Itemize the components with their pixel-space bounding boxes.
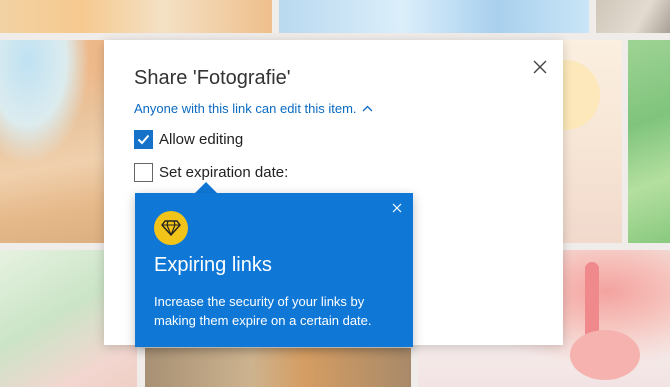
close-icon xyxy=(392,203,402,213)
expiration-date-option[interactable]: Set expiration date: xyxy=(134,163,288,182)
callout-beak xyxy=(195,182,217,193)
photo-thumbnail[interactable] xyxy=(596,0,670,33)
expiration-date-checkbox[interactable] xyxy=(134,163,153,182)
dialog-title: Share 'Fotografie' xyxy=(134,67,291,89)
photo-thumbnail[interactable] xyxy=(0,0,272,33)
permission-toggle-link[interactable]: Anyone with this link can edit this item… xyxy=(134,101,373,116)
photo-thumbnail[interactable] xyxy=(145,348,411,387)
close-icon xyxy=(533,60,547,74)
expiration-date-label: Set expiration date: xyxy=(159,164,289,181)
expiring-links-callout: Expiring links Increase the security of … xyxy=(135,193,413,347)
photo-thumbnail[interactable] xyxy=(279,0,589,33)
permission-link-text: Anyone with this link can edit this item… xyxy=(134,101,357,116)
photo-detail xyxy=(570,330,640,380)
allow-editing-option[interactable]: Allow editing xyxy=(134,130,243,149)
chevron-up-icon xyxy=(362,105,373,112)
photo-thumbnail[interactable] xyxy=(628,40,670,243)
diamond-icon xyxy=(161,220,181,236)
callout-title: Expiring links xyxy=(154,254,272,276)
premium-badge xyxy=(154,211,188,245)
callout-body: Increase the security of your links by m… xyxy=(154,294,372,328)
close-button[interactable] xyxy=(530,57,550,77)
checkmark-icon xyxy=(137,134,150,145)
allow-editing-checkbox[interactable] xyxy=(134,130,153,149)
allow-editing-label: Allow editing xyxy=(159,131,244,148)
app-window: Share 'Fotografie' Anyone with this link… xyxy=(0,0,670,387)
callout-close-button[interactable] xyxy=(390,201,404,215)
